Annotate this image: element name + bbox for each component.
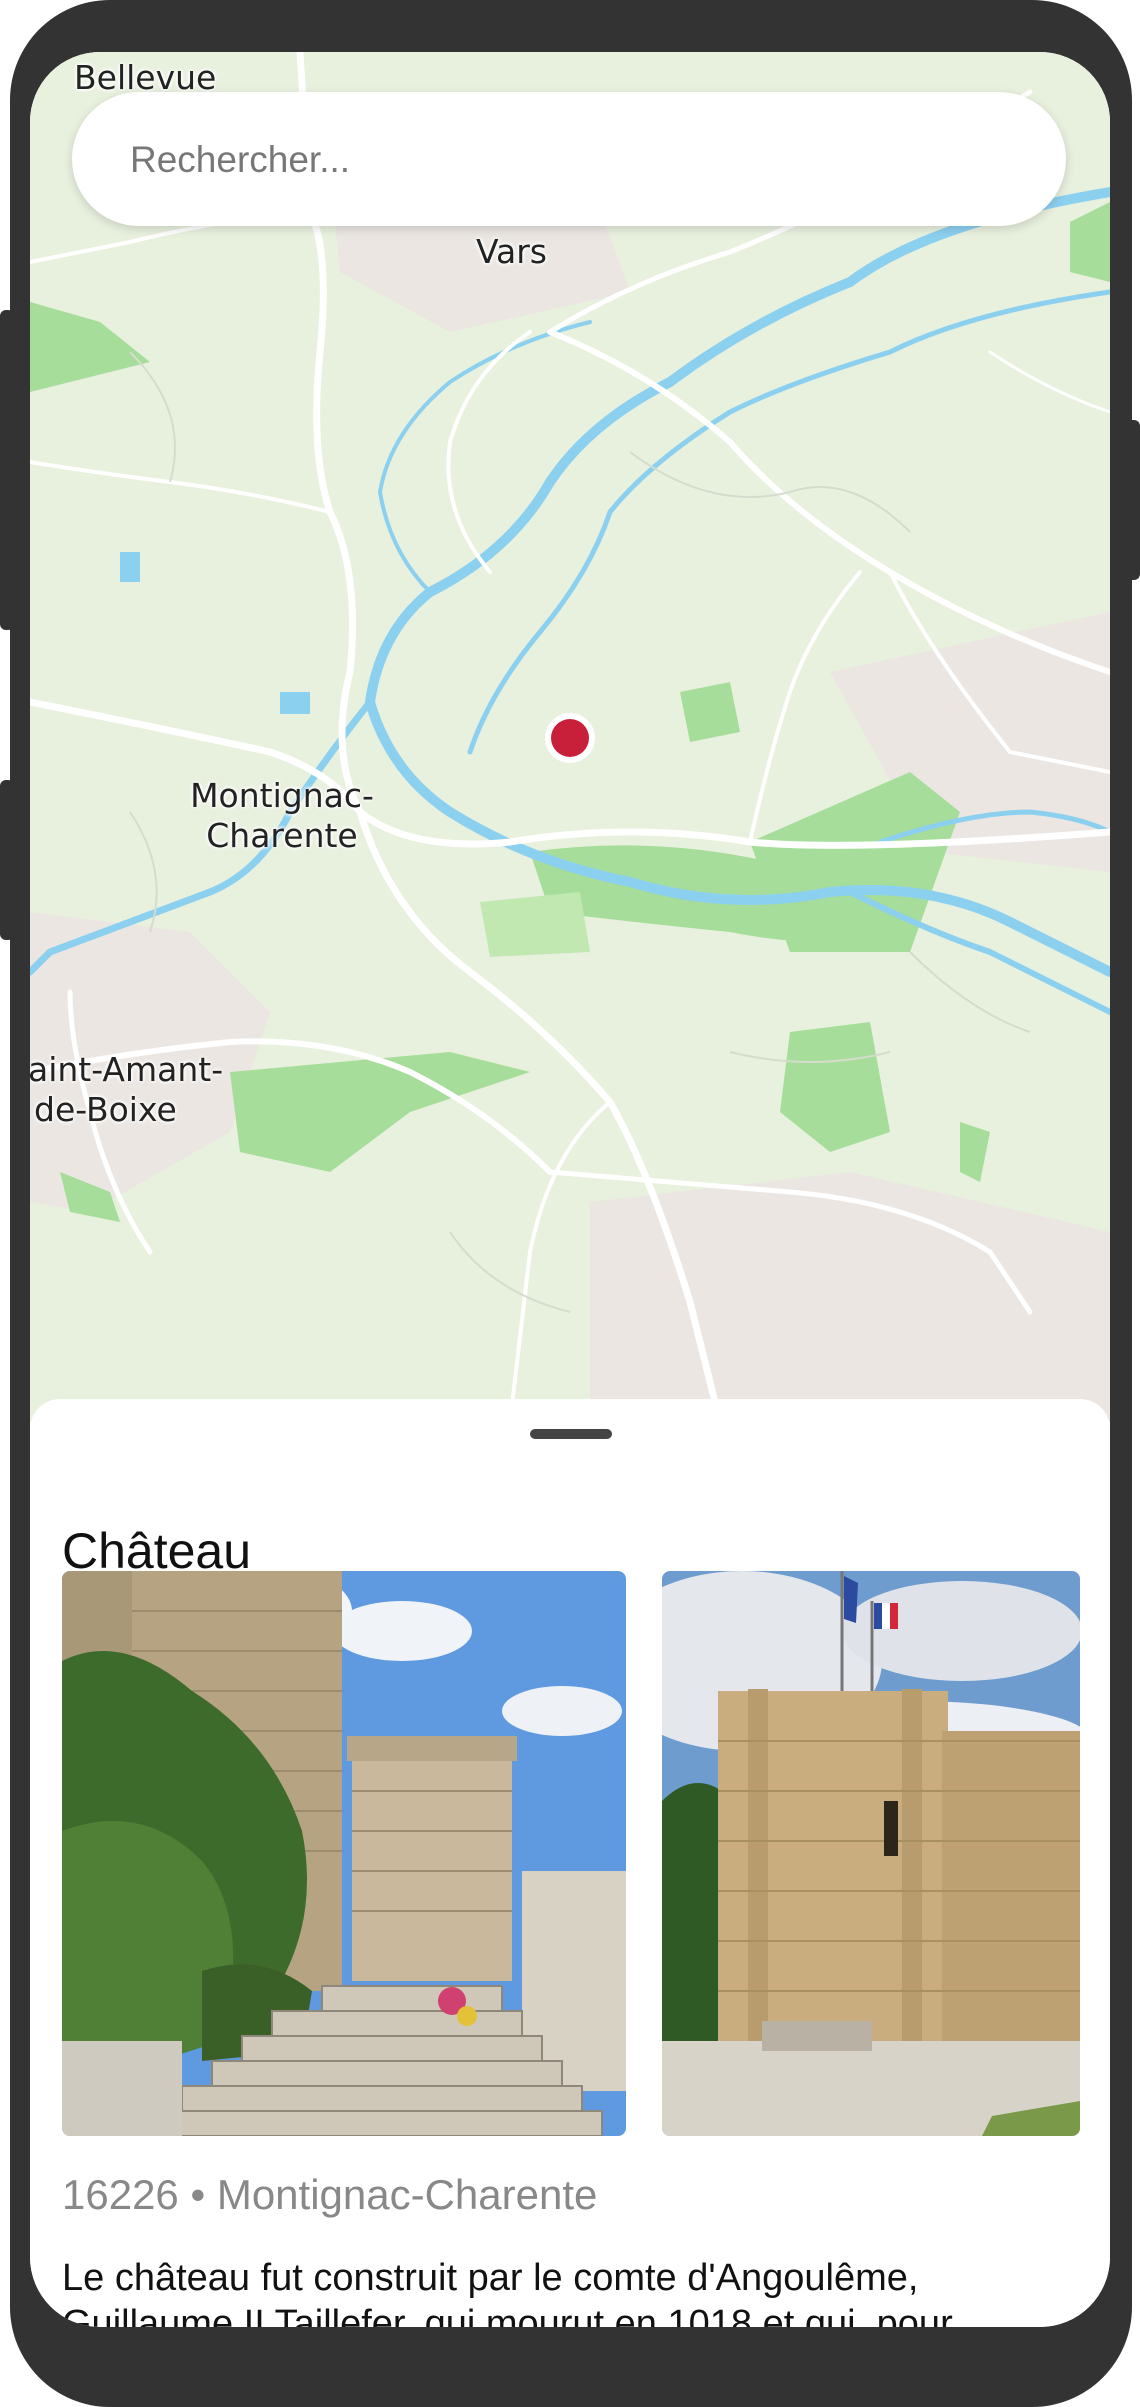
photo-tower-image xyxy=(662,1571,1080,2136)
chateau-tower-photo[interactable] xyxy=(662,1571,1080,2136)
map-label-saint-amant-line1: aint-Amant- xyxy=(30,1050,224,1089)
map-label-saint-amant: aint-Amant- de-Boixe xyxy=(30,1050,223,1130)
map-canvas xyxy=(30,52,1110,1422)
phone-button-left-2 xyxy=(0,780,14,940)
map-label-saint-amant-line2: de-Boixe xyxy=(34,1090,177,1129)
map-label-montignac-line2: Charente xyxy=(206,816,358,855)
drag-handle[interactable] xyxy=(530,1429,612,1439)
map-label-montignac: Montignac- Charente xyxy=(182,776,382,856)
search-input[interactable] xyxy=(128,92,1032,228)
phone-button-right xyxy=(1126,420,1140,580)
chateau-staircase-photo[interactable] xyxy=(62,1571,626,2136)
map-view[interactable]: Bellevue Vars Montignac- Charente aint-A… xyxy=(30,52,1110,1422)
place-description: Le château fut construit par le comte d'… xyxy=(62,2257,953,2327)
map-label-vars: Vars xyxy=(476,232,547,271)
photo-staircase-image xyxy=(62,1571,626,2136)
location-marker xyxy=(551,719,589,757)
place-meta: 16226 • Montignac-Charente xyxy=(62,2171,598,2218)
app-screen: Bellevue Vars Montignac- Charente aint-A… xyxy=(30,52,1110,2327)
map-label-montignac-line1: Montignac- xyxy=(190,776,374,815)
search-bar[interactable] xyxy=(72,92,1066,228)
phone-button-left-1 xyxy=(0,310,14,630)
place-bottom-sheet[interactable]: Château 16226 • Montignac-Charente Le ch… xyxy=(30,1399,1110,2327)
